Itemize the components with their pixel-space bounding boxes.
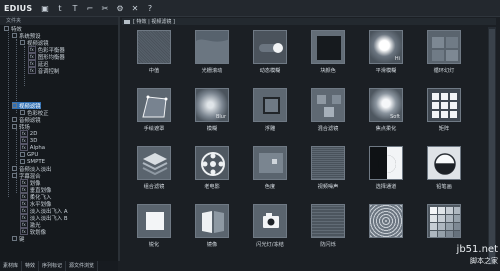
- effects-pane: [ 特效 | 视频滤镜 ] 中值 光栅滚动 动态模糊 块颜色 Hi 平滑模糊 循…: [120, 17, 500, 271]
- loop-slide-thumb: [427, 30, 461, 64]
- app-logo: EDIUS: [4, 3, 33, 13]
- effect-emboss[interactable]: 浮雕: [248, 85, 292, 141]
- effect-hand-mask[interactable]: 手绘遮罩: [132, 85, 176, 141]
- effect-select-channel[interactable]: 选择通道: [364, 143, 408, 199]
- tree-node-keys[interactable]: 键: [12, 235, 24, 243]
- smooth-blur-thumb: Hi: [369, 30, 403, 64]
- gradient-grid-thumb: [427, 204, 461, 238]
- tree-node-3d[interactable]: fx 3D: [20, 137, 37, 144]
- effect-anti-flicker[interactable]: 防闪烁: [306, 201, 350, 257]
- effect-sharpen[interactable]: 锐化: [132, 201, 176, 257]
- top-toolbar: EDIUS ▣ t T ⌐ ✂ ⚙ ✕ ?: [0, 0, 500, 17]
- path-text: [ 特效 | 视频滤镜 ]: [133, 19, 175, 25]
- tree-node-fade-fly-b[interactable]: fx 淡入淡出飞入 B: [20, 214, 68, 222]
- effect-smooth-blur[interactable]: Hi 平滑模糊: [364, 27, 408, 83]
- old-film-thumb: [195, 146, 229, 180]
- blur-thumb: Blur: [195, 88, 229, 122]
- raster-scroll-thumb: [195, 30, 229, 64]
- tool-icon[interactable]: t: [55, 3, 65, 13]
- effect-motion-blur[interactable]: 动态模糊: [248, 27, 292, 83]
- effect-block-color[interactable]: 块颜色: [306, 27, 350, 83]
- mirror-thumb: [195, 204, 229, 238]
- watermark-domain: jb51.net: [456, 244, 498, 255]
- effect-chroma[interactable]: 色度: [248, 143, 292, 199]
- effect-raster-scroll[interactable]: 光栅滚动: [190, 27, 234, 83]
- folder-icon[interactable]: ▣: [40, 3, 50, 13]
- tab-bin[interactable]: 素材库: [0, 261, 23, 271]
- effect-matrix[interactable]: 矩阵: [422, 85, 466, 141]
- effect-combo-filter[interactable]: 组合滤镜: [132, 143, 176, 199]
- effect-strobe-freeze[interactable]: 闪光灯/冻结: [248, 201, 292, 257]
- video-noise-thumb: [311, 146, 345, 180]
- effect-median[interactable]: 中值: [132, 27, 176, 83]
- combo-filter-thumb: [137, 146, 171, 180]
- chroma-thumb: [253, 146, 287, 180]
- effect-blur[interactable]: Blur 模糊: [190, 85, 234, 141]
- cut-icon[interactable]: ✂: [100, 3, 110, 13]
- tree-node-gpu[interactable]: GPU: [20, 151, 38, 158]
- block-color-thumb: [311, 30, 345, 64]
- strobe-freeze-thumb: [253, 204, 287, 238]
- effect-old-film[interactable]: 老电影: [190, 143, 234, 199]
- effects-tree: 特效 系统预设 视频滤镜 fx 色彩平衡器 fx 图形均衡器 fx 延迟 fx 音调控制…: [0, 25, 118, 243]
- median-thumb: [137, 30, 171, 64]
- tree-node-2d[interactable]: fx 2D: [20, 130, 37, 137]
- split-icon[interactable]: ⌐: [85, 3, 95, 13]
- mix-filter-thumb: [311, 88, 345, 122]
- help-icon[interactable]: ?: [145, 3, 155, 13]
- hand-mask-thumb: [137, 88, 171, 122]
- sharpen-thumb: [137, 204, 171, 238]
- effects-scrollbar-thumb[interactable]: [489, 29, 495, 263]
- tab-source-browser[interactable]: 源文件浏览: [66, 261, 99, 271]
- watermark-name: 脚本之家: [470, 257, 498, 265]
- focus-soft-thumb: Soft: [369, 88, 403, 122]
- tab-sequence-markers[interactable]: 序列标记: [39, 261, 67, 271]
- effect-mirror[interactable]: 镜像: [190, 201, 234, 257]
- effect-pencil-sketch[interactable]: 铅笔画: [422, 143, 466, 199]
- tree-node-alpha[interactable]: fx Alpha: [20, 144, 45, 151]
- bottom-tabs: 素材库 特效 序列标记 源文件浏览: [0, 261, 118, 271]
- emboss-thumb: [253, 88, 287, 122]
- pencil-sketch-thumb: [427, 146, 461, 180]
- options-icon[interactable]: ⚙: [115, 3, 125, 13]
- effect-unlabeled-rings[interactable]: [364, 201, 408, 257]
- motion-blur-thumb: [253, 30, 287, 64]
- effect-focus-soft[interactable]: Soft 焦点柔化: [364, 85, 408, 141]
- effect-video-noise[interactable]: 视频噪声: [306, 143, 350, 199]
- matrix-thumb: [427, 88, 461, 122]
- anti-flicker-thumb: [311, 204, 345, 238]
- tab-effects[interactable]: 特效: [22, 261, 40, 271]
- folder-pane: 文件夹 特效 系统预设 视频滤镜 fx 色彩平衡器 fx 图形均衡器 fx 延迟 fx…: [0, 17, 120, 261]
- rings-thumb: [369, 204, 403, 238]
- select-channel-thumb: [369, 146, 403, 180]
- text-tool-icon[interactable]: T: [70, 3, 80, 13]
- tree-node-transitions[interactable]: 转场: [12, 123, 30, 131]
- folder-icon: [124, 19, 130, 24]
- path-bar: [ 特效 | 视频滤镜 ]: [122, 18, 496, 25]
- watermark: jb51.net 脚本之家: [414, 244, 498, 270]
- effect-mix-filter[interactable]: 混合滤镜: [306, 85, 350, 141]
- effect-loop-slide[interactable]: 循环幻灯: [422, 27, 466, 83]
- effects-scrollbar[interactable]: [488, 27, 496, 265]
- tree-node-pitch-control[interactable]: fx 音调控制: [28, 67, 59, 75]
- edius-window: EDIUS ▣ t T ⌐ ✂ ⚙ ✕ ? 文件夹 特效 系统预设 视频滤镜 f…: [0, 0, 500, 271]
- delete-icon[interactable]: ✕: [130, 3, 140, 13]
